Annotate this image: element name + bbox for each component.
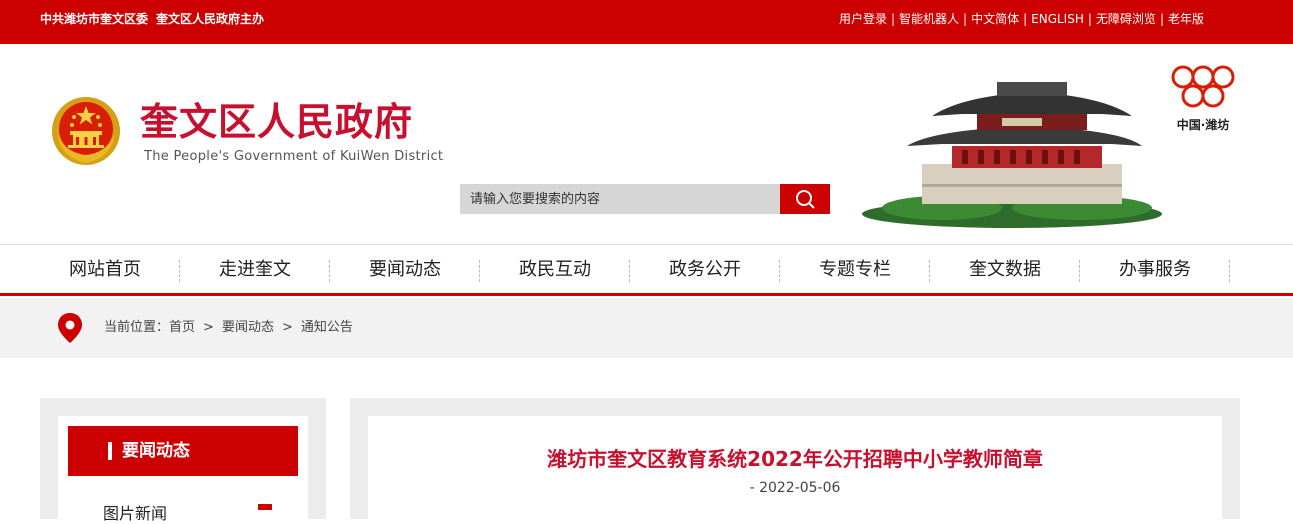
english-link[interactable]: ENGLISH	[1031, 12, 1084, 26]
main-container: 潍坊市奎文区教育系统2022年公开招聘中小学教师简章 - 2022-05-06	[350, 398, 1240, 519]
sidebar-item-marker	[258, 504, 272, 510]
sidebar-container: 要闻动态 图片新闻	[40, 398, 326, 523]
elderly-version-link[interactable]: 老年版	[1168, 12, 1204, 26]
sidebar-item-photo-news[interactable]: 图片新闻	[103, 500, 167, 524]
sidebar-heading: 要闻动态	[68, 426, 298, 476]
search-input[interactable]	[460, 184, 780, 214]
weifang-logo: 中国·潍坊	[1168, 64, 1238, 136]
site-header: 奎文区人民政府 The People's Government of KuiWe…	[0, 44, 1293, 244]
breadcrumb-prefix: 当前位置：	[104, 320, 170, 335]
top-links: 用户登录 | 智能机器人 | 中文简体 | ENGLISH | 无障碍浏览 | 老年版	[838, 12, 1204, 26]
top-bar: 中共潍坊市奎文区委 奎文区人民政府主办 用户登录 | 智能机器人 | 中文简体 | ENGLI…	[0, 0, 1293, 44]
location-pin-icon	[58, 313, 82, 343]
host-text: 中共潍坊市奎文区委	[40, 12, 149, 26]
nav-kuiwen-data[interactable]: 奎文数据	[930, 245, 1080, 294]
host-info: 中共潍坊市奎文区委 奎文区人民政府主办	[40, 0, 264, 38]
article-date: - 2022-05-06	[749, 480, 841, 496]
article-panel: 潍坊市奎文区教育系统2022年公开招聘中小学教师简章 - 2022-05-06	[368, 416, 1222, 519]
simplified-chinese-link[interactable]: 中文简体	[971, 12, 1019, 26]
kuiwen-tower-image	[862, 82, 1162, 228]
search-box	[460, 184, 830, 214]
breadcrumb: 当前位置：首页 > 要闻动态 > 通知公告	[0, 298, 1293, 358]
breadcrumb-notices[interactable]: 通知公告	[301, 320, 353, 335]
nav-about-kuiwen[interactable]: 走进奎文	[180, 245, 330, 294]
nav-services[interactable]: 办事服务	[1080, 245, 1230, 294]
accessibility-link[interactable]: 无障碍浏览	[1096, 12, 1156, 26]
sidebar: 要闻动态 图片新闻	[58, 416, 308, 523]
robot-link[interactable]: 智能机器人	[899, 12, 959, 26]
nav-government-affairs[interactable]: 政务公开	[630, 245, 780, 294]
nav-news[interactable]: 要闻动态	[330, 245, 480, 294]
nav-special-topics[interactable]: 专题专栏	[780, 245, 930, 294]
weifang-label: 中国·潍坊	[1176, 118, 1230, 132]
breadcrumb-text: 当前位置：首页 > 要闻动态 > 通知公告	[104, 320, 353, 335]
nav-interaction[interactable]: 政民互动	[480, 245, 630, 294]
breadcrumb-home[interactable]: 首页	[169, 320, 195, 335]
nav-home[interactable]: 网站首页	[30, 245, 180, 294]
login-link[interactable]: 用户登录	[839, 12, 887, 26]
search-icon	[796, 190, 815, 209]
site-title: 奎文区人民政府	[140, 99, 414, 144]
breadcrumb-news[interactable]: 要闻动态	[222, 320, 274, 335]
weifang-rings-icon	[1171, 65, 1235, 108]
site-subtitle: The People's Government of KuiWen Distri…	[144, 149, 444, 164]
sponsor-text: 奎文区人民政府主办	[156, 12, 265, 26]
main-nav: 网站首页 走进奎文 要闻动态 政民互动 政务公开 专题专栏 奎文数据 办事服务	[0, 244, 1293, 296]
national-emblem-icon	[52, 97, 120, 165]
article-title: 潍坊市奎文区教育系统2022年公开招聘中小学教师简章	[547, 447, 1043, 471]
search-button[interactable]	[780, 184, 830, 214]
